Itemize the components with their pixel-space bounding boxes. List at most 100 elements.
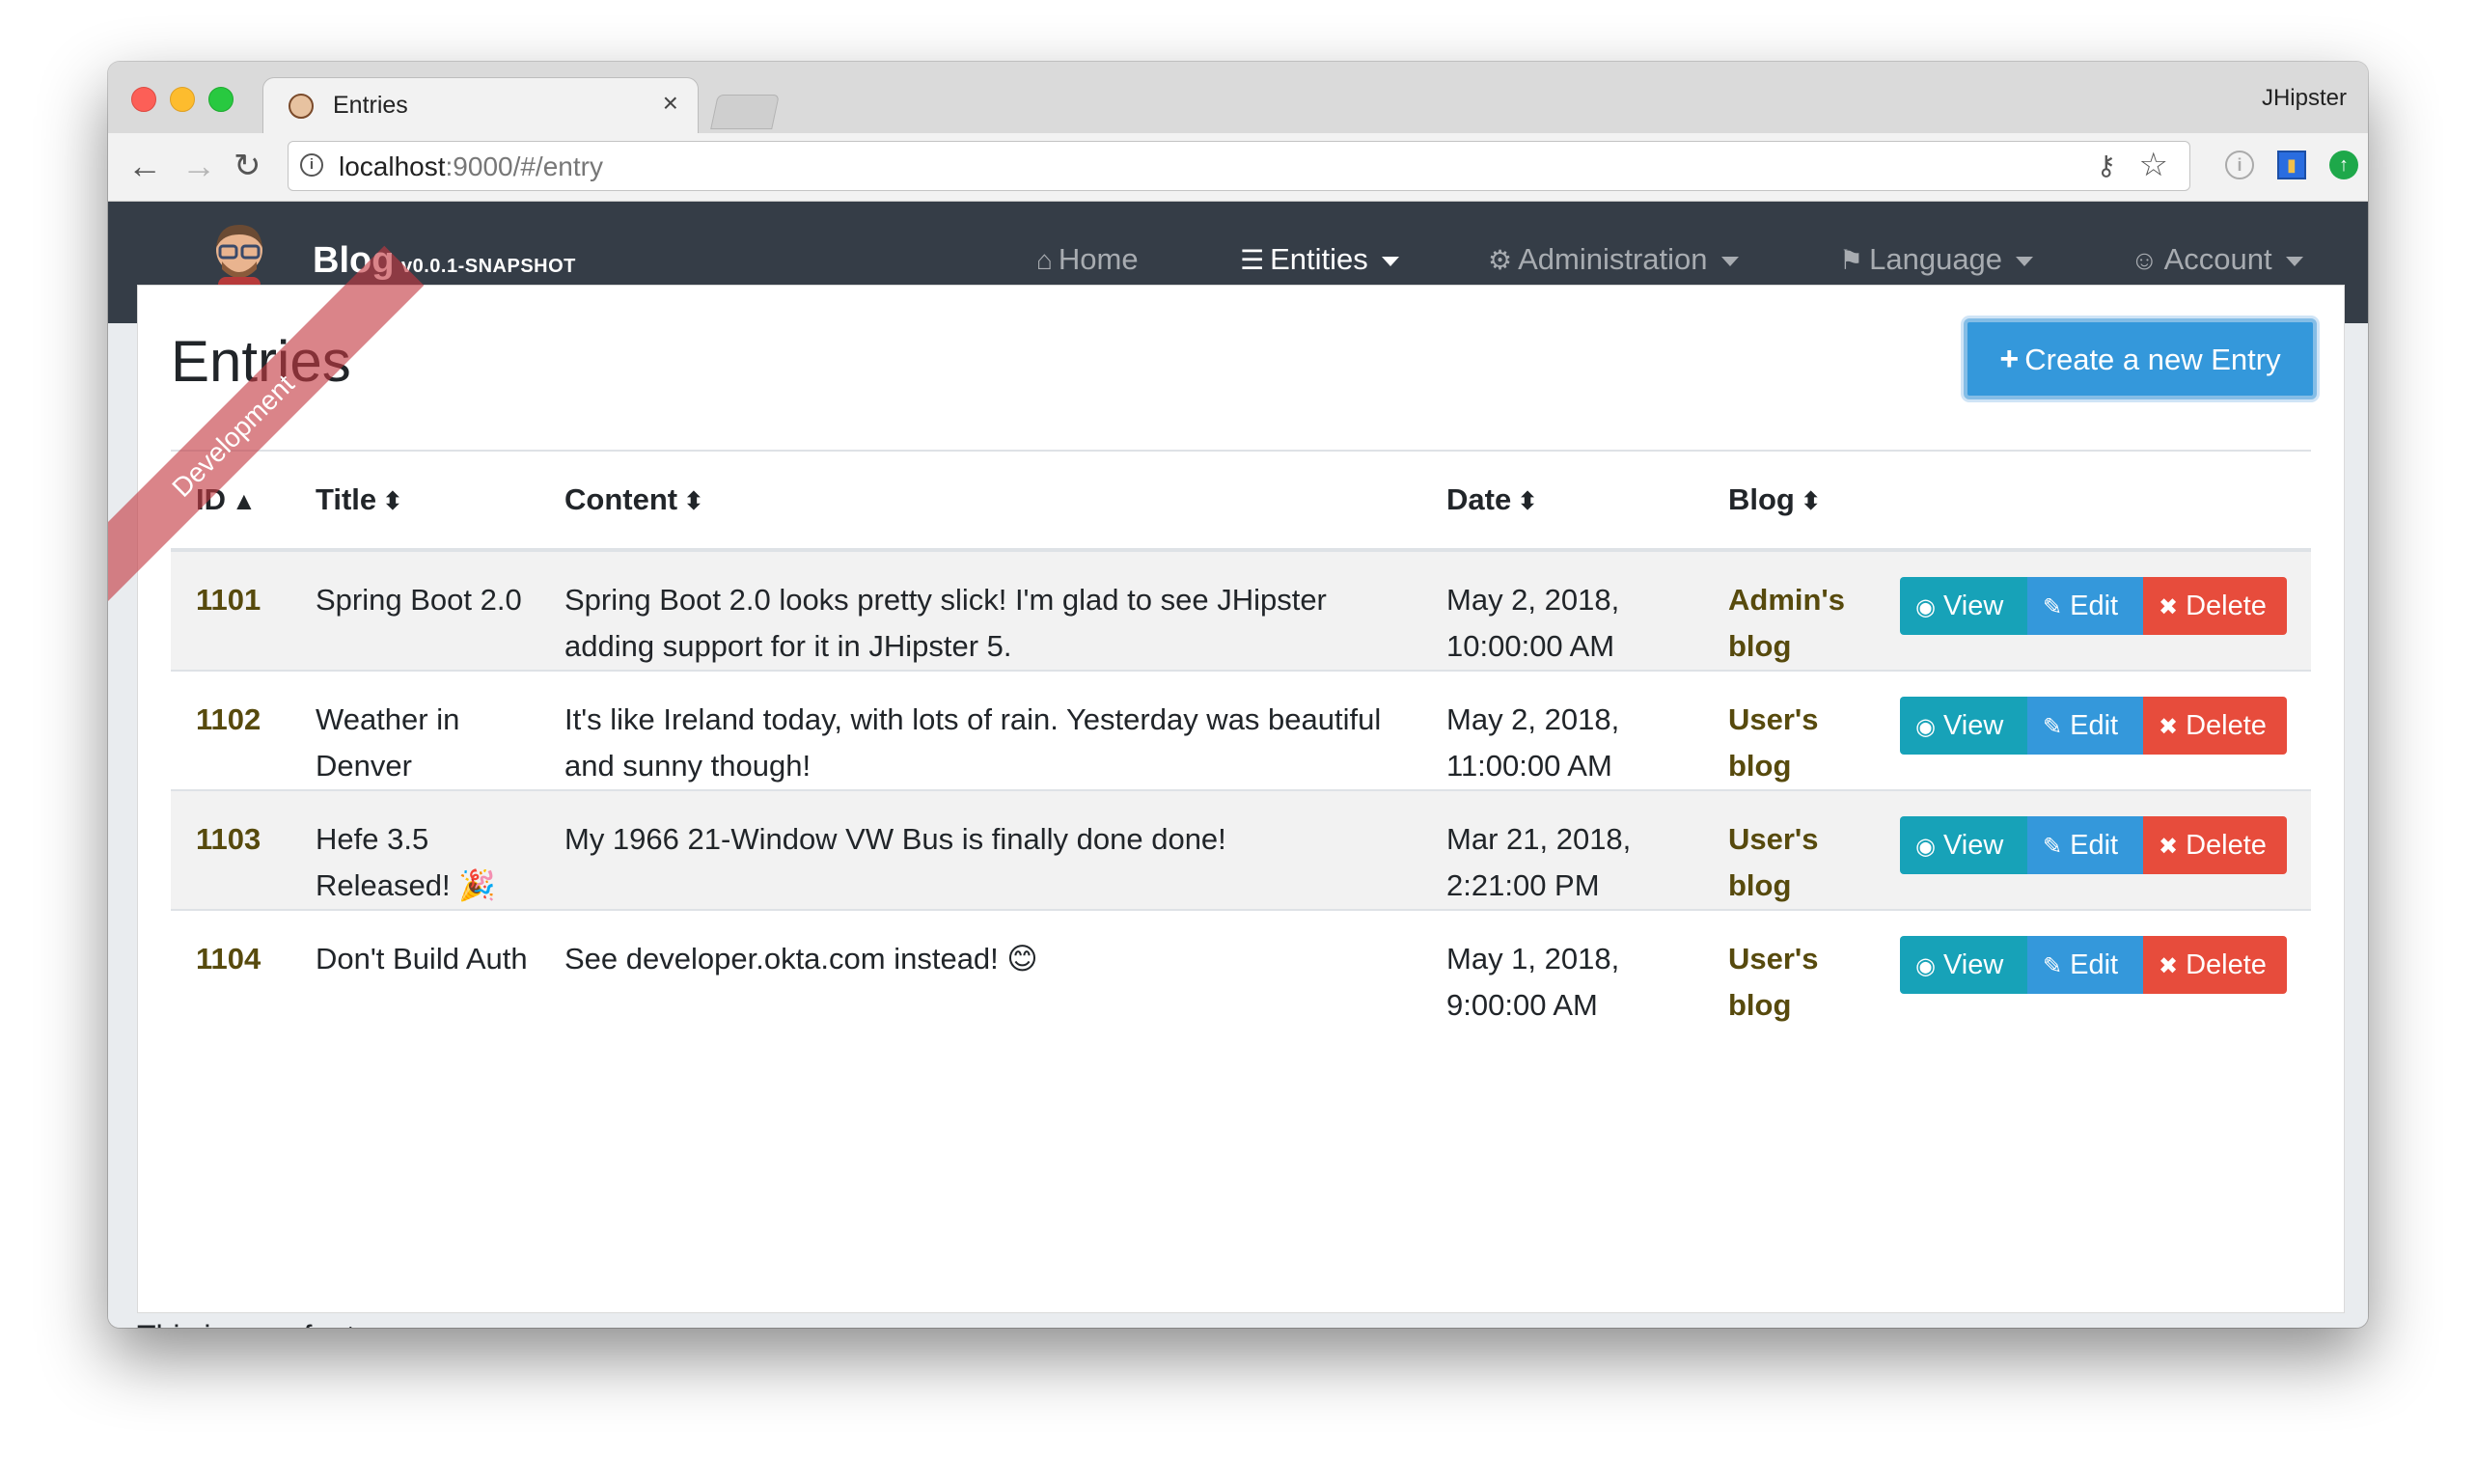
table-row: 1103 Hefe 3.5 Released! 🎉 My 1966 21-Win… [171, 789, 2311, 910]
entry-id-link[interactable]: 1104 [196, 942, 261, 976]
browser-toolbar: ← → ↻ i localhost:9000/#/entry ⚷ ☆ i ▮ ↑ [108, 133, 2368, 202]
caret-down-icon [1381, 256, 1399, 266]
edit-button[interactable]: ✎ Edit [2027, 816, 2143, 874]
entry-date: May 2, 2018, 11:00:00 AM [1421, 670, 1703, 790]
plus-icon: + [1999, 341, 2020, 377]
entry-date: Mar 21, 2018, 2:21:00 PM [1421, 789, 1703, 910]
entry-blog-link[interactable]: Admin's blog [1728, 583, 1845, 663]
maximize-window-button[interactable] [208, 87, 234, 112]
view-button[interactable]: ◉ View [1900, 816, 2027, 874]
eye-icon: ◉ [1915, 594, 1936, 620]
sort-asc-icon: ▲ [232, 486, 257, 515]
column-header-title[interactable]: Title ⬍ [290, 452, 539, 552]
x-icon: ✖ [2159, 714, 2179, 740]
delete-button[interactable]: ✖ Delete [2143, 816, 2287, 874]
x-icon: ✖ [2159, 834, 2179, 860]
user-icon: ☺ [2131, 245, 2159, 275]
minimize-window-button[interactable] [170, 87, 195, 112]
pencil-icon: ✎ [2043, 834, 2063, 860]
nav-entities[interactable]: ☰ Entities [1240, 242, 1399, 277]
entry-id-link[interactable]: 1103 [196, 822, 261, 856]
entries-table: ID ▲ Title ⬍ Content ⬍ Date ⬍ Blog ⬍ 1101 Spr… [171, 452, 2311, 1029]
edit-button[interactable]: ✎ Edit [2027, 697, 2143, 755]
bookmark-star-icon[interactable]: ☆ [2139, 146, 2168, 184]
eye-icon: ◉ [1915, 714, 1936, 740]
entry-id-link[interactable]: 1102 [196, 702, 261, 736]
site-info-icon[interactable]: i [300, 153, 323, 177]
user-plus-icon: ⚙ [1488, 245, 1513, 275]
extension-bookmark-icon[interactable]: ▮ [2277, 151, 2306, 179]
table-row: 1104 Don't Build Auth See developer.okta… [171, 909, 2311, 1029]
entry-content: See developer.okta.com instead! 😊 [539, 909, 1421, 1029]
edit-button[interactable]: ✎ Edit [2027, 936, 2143, 994]
pencil-icon: ✎ [2043, 594, 2063, 620]
delete-button[interactable]: ✖ Delete [2143, 577, 2287, 635]
entry-blog-link[interactable]: User's blog [1728, 942, 1819, 1022]
entry-blog-link[interactable]: User's blog [1728, 822, 1819, 902]
close-window-button[interactable] [131, 87, 156, 112]
column-header-date[interactable]: Date ⬍ [1421, 452, 1703, 552]
entry-date: May 2, 2018, 10:00:00 AM [1421, 549, 1703, 671]
brand-version: v0.0.1-SNAPSHOT [401, 256, 576, 277]
list-icon: ☰ [1240, 245, 1265, 275]
flag-icon: ⚑ [1839, 245, 1864, 275]
table-row: 1101 Spring Boot 2.0 Spring Boot 2.0 loo… [171, 549, 2311, 671]
url-text[interactable]: localhost:9000/#/entry [339, 151, 603, 182]
eye-icon: ◉ [1915, 834, 1936, 860]
edit-button[interactable]: ✎ Edit [2027, 577, 2143, 635]
view-button[interactable]: ◉ View [1900, 577, 2027, 635]
entry-date: May 1, 2018, 9:00:00 AM [1421, 909, 1703, 1029]
browser-tab[interactable]: Entries × [262, 77, 699, 134]
view-button[interactable]: ◉ View [1900, 936, 2027, 994]
x-icon: ✖ [2159, 594, 2179, 620]
delete-button[interactable]: ✖ Delete [2143, 697, 2287, 755]
nav-administration[interactable]: ⚙ Administration [1488, 242, 1739, 277]
forward-icon[interactable]: → [181, 143, 216, 189]
column-header-blog[interactable]: Blog ⬍ [1703, 452, 1875, 552]
extension-upload-icon[interactable]: ↑ [2329, 151, 2358, 179]
entry-blog-link[interactable]: User's blog [1728, 702, 1819, 783]
entry-title: Don't Build Auth [290, 909, 539, 1029]
column-header-content[interactable]: Content ⬍ [539, 452, 1421, 552]
caret-down-icon [1720, 256, 1739, 266]
entry-content: It's like Ireland today, with lots of ra… [539, 670, 1421, 790]
sort-icon: ⬍ [382, 486, 403, 515]
home-icon: ⌂ [1036, 245, 1053, 275]
tab-close-icon[interactable]: × [663, 88, 678, 119]
sort-icon: ⬍ [1800, 486, 1822, 515]
caret-down-icon [2285, 256, 2303, 266]
entry-title: Hefe 3.5 Released! 🎉 [290, 789, 539, 910]
x-icon: ✖ [2159, 953, 2179, 979]
view-button[interactable]: ◉ View [1900, 697, 2027, 755]
delete-button[interactable]: ✖ Delete [2143, 936, 2287, 994]
sort-icon: ⬍ [683, 486, 704, 515]
content-card: Entries + Create a new Entry ID ▲ Title ⬍ C… [137, 285, 2345, 1313]
title-bar: Entries × JHipster [108, 62, 2368, 134]
entry-content: My 1966 21-Window VW Bus is finally done… [539, 789, 1421, 910]
new-tab-button[interactable] [710, 95, 780, 129]
eye-icon: ◉ [1915, 953, 1936, 979]
tab-title: Entries [333, 92, 408, 119]
sort-icon: ⬍ [1517, 486, 1538, 515]
pencil-icon: ✎ [2043, 714, 2063, 740]
page-viewport: Blog v0.0.1-SNAPSHOT ⌂ Home ☰ Entities ⚙ Ad… [108, 202, 2368, 1328]
nav-language[interactable]: ⚑ Language [1839, 242, 2034, 277]
extension-info-icon[interactable]: i [2225, 151, 2254, 179]
table-row: 1102 Weather in Denver It's like Ireland… [171, 670, 2311, 790]
entry-content: Spring Boot 2.0 looks pretty slick! I'm … [539, 549, 1421, 671]
nav-home[interactable]: ⌂ Home [1036, 242, 1139, 277]
entry-title: Weather in Denver [290, 670, 539, 790]
pencil-icon: ✎ [2043, 953, 2063, 979]
create-entry-button[interactable]: + Create a new Entry [1964, 318, 2317, 399]
key-icon[interactable]: ⚷ [2096, 150, 2116, 181]
page-footer: This is your footer [137, 1319, 382, 1328]
favicon-icon [289, 94, 314, 119]
browser-window: Entries × JHipster ← → ↻ i localhost:900… [108, 62, 2368, 1328]
entry-title: Spring Boot 2.0 [290, 549, 539, 671]
reload-icon[interactable]: ↻ [234, 143, 261, 189]
entry-id-link[interactable]: 1101 [196, 583, 261, 617]
back-icon[interactable]: ← [127, 143, 162, 189]
nav-account[interactable]: ☺ Account [2131, 242, 2303, 277]
profile-name[interactable]: JHipster [2262, 85, 2347, 112]
address-bar[interactable]: i localhost:9000/#/entry ⚷ ☆ [288, 141, 2190, 191]
